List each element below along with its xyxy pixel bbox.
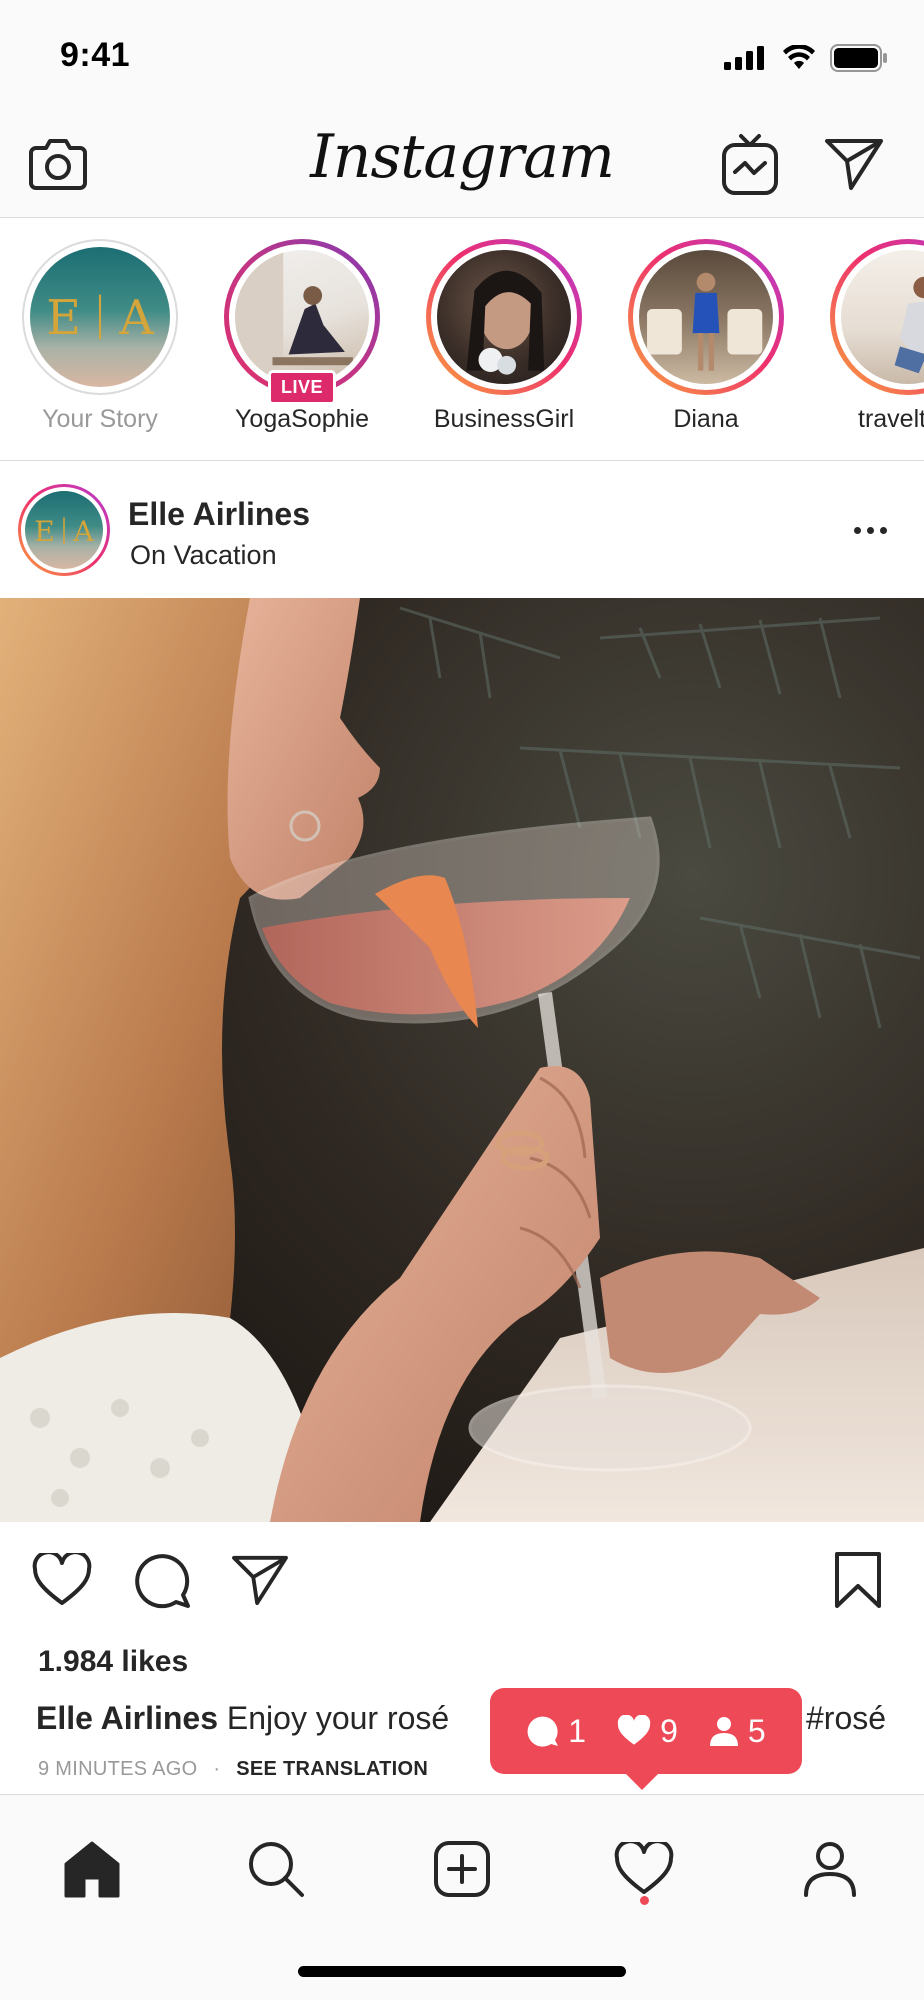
direct-button[interactable] (822, 132, 886, 196)
story-name: BusinessGirl (433, 405, 575, 433)
wifi-icon (783, 45, 815, 69)
nav-profile[interactable] (790, 1829, 870, 1909)
caption-text: Enjoy your rosé (226, 1700, 450, 1736)
search-icon (249, 1842, 304, 1897)
logo-letter-e: E (46, 291, 81, 346)
profile-icon (804, 1842, 856, 1897)
story-name: Your Story (42, 405, 158, 433)
logo-letter-a: A (72, 515, 94, 548)
story-name: YogaSophie (235, 405, 369, 433)
see-translation-link[interactable]: SEE TRANSLATION (236, 1758, 428, 1780)
notif-comments: 1 (526, 1713, 586, 1750)
post-options-button[interactable] (840, 510, 900, 550)
story-name: Diana (673, 405, 739, 433)
avatar: E A (30, 247, 170, 387)
story-ring: LIVE (224, 239, 380, 405)
status-icons (724, 44, 888, 72)
activity-heart-icon (614, 1842, 674, 1894)
notif-likes: 9 (616, 1713, 678, 1750)
story-ring (830, 239, 924, 395)
caption-hashtag[interactable]: #rosé (806, 1700, 886, 1737)
caption-username[interactable]: Elle Airlines (36, 1700, 218, 1736)
igtv-button[interactable] (718, 132, 782, 196)
story-yogasophie[interactable]: LIVE YogaSophie (222, 239, 382, 434)
activity-indicator-dot (640, 1896, 649, 1905)
post-username[interactable]: Elle Airlines (128, 496, 310, 533)
status-time: 9:41 (60, 36, 131, 74)
battery-icon (830, 44, 887, 72)
person-filled-icon (709, 1717, 738, 1746)
logo-letter-a: A (118, 291, 154, 346)
avatar (437, 250, 571, 384)
post-meta: 9 MINUTES AGO · SEE TRANSLATION (38, 1758, 428, 1781)
post-photo[interactable] (0, 598, 924, 1522)
logo-letter-e: E (34, 515, 55, 548)
notif-likes-count: 9 (660, 1712, 678, 1749)
heart-icon (32, 1553, 92, 1605)
direct-message-icon (825, 139, 883, 190)
more-dot-icon (866, 526, 874, 534)
avatar (235, 250, 369, 384)
post-actions (0, 1522, 924, 1642)
home-icon (64, 1841, 120, 1898)
meta-separator: · (213, 1758, 221, 1780)
igtv-icon (722, 134, 778, 195)
post-time: 9 MINUTES AGO (38, 1758, 198, 1780)
signal-icon (724, 46, 764, 70)
story-ring: E A (22, 239, 178, 395)
notif-comments-count: 1 (568, 1712, 587, 1749)
save-button[interactable] (826, 1548, 890, 1612)
activity-notification[interactable]: 1 9 5 (490, 1688, 802, 1790)
story-ring (426, 239, 582, 395)
status-bar: 9:41 (0, 0, 924, 110)
story-name: travelt (858, 405, 924, 433)
nav-add-post[interactable] (422, 1829, 502, 1909)
post-photo-illustration (0, 598, 924, 1522)
nav-home[interactable] (52, 1829, 132, 1909)
post-header: E A Elle Airlines On Vacation (0, 462, 924, 598)
share-icon (232, 1555, 288, 1606)
avatar (639, 250, 773, 384)
heart-filled-icon (617, 1715, 651, 1745)
more-dot-icon (853, 526, 861, 534)
story-ring (628, 239, 784, 395)
avatar (841, 250, 924, 384)
notif-follows: 5 (708, 1713, 766, 1750)
post-location[interactable]: On Vacation (130, 540, 277, 571)
nav-search[interactable] (236, 1829, 316, 1909)
instagram-logo: Instagram (310, 122, 615, 192)
home-indicator (298, 1966, 626, 1977)
notif-follows-count: 5 (747, 1712, 766, 1749)
add-post-icon (434, 1841, 490, 1897)
story-diana[interactable]: Diana (626, 239, 786, 434)
story-businessgirl[interactable]: BusinessGirl (424, 239, 584, 434)
live-badge: LIVE (267, 370, 337, 405)
stories-tray: E A Your Story LIVE YogaSophie BusinessG… (0, 219, 924, 461)
likes-count[interactable]: 1.984 likes (38, 1645, 188, 1679)
post-avatar[interactable]: E A (18, 484, 110, 576)
comment-icon (135, 1554, 190, 1609)
top-header: Instagram (0, 110, 924, 218)
comment-button[interactable] (130, 1548, 194, 1612)
story-your-story[interactable]: E A Your Story (20, 239, 180, 434)
story-travelt[interactable]: travelt (828, 239, 924, 434)
like-button[interactable] (30, 1548, 94, 1612)
comment-filled-icon (527, 1716, 559, 1747)
bookmark-icon (835, 1552, 881, 1608)
share-button[interactable] (228, 1548, 292, 1612)
more-dot-icon (879, 526, 887, 534)
